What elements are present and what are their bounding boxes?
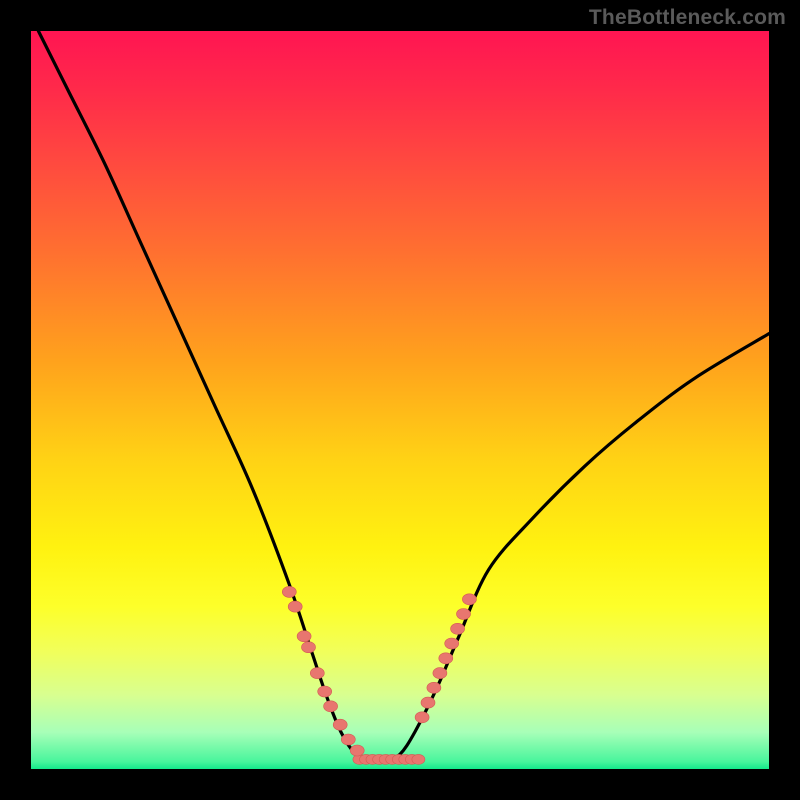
watermark-text: TheBottleneck.com: [589, 6, 786, 30]
bottleneck-curve: [31, 31, 769, 769]
data-marker: [288, 601, 302, 612]
data-marker: [302, 642, 316, 653]
data-marker: [433, 668, 447, 679]
data-marker: [350, 745, 364, 756]
data-marker: [297, 631, 311, 642]
data-marker: [282, 586, 296, 597]
data-marker: [415, 712, 429, 723]
data-marker: [318, 686, 332, 697]
data-marker: [341, 734, 355, 745]
data-marker: [427, 682, 441, 693]
data-marker: [457, 609, 471, 620]
data-marker: [324, 701, 338, 712]
trough-marker: [412, 754, 425, 764]
data-marker: [451, 623, 465, 634]
plot-area: [31, 31, 769, 769]
data-marker: [310, 668, 324, 679]
data-marker: [333, 719, 347, 730]
data-marker: [421, 697, 435, 708]
data-marker: [439, 653, 453, 664]
data-marker: [445, 638, 459, 649]
chart-container: TheBottleneck.com: [0, 0, 800, 800]
data-marker: [462, 594, 476, 605]
